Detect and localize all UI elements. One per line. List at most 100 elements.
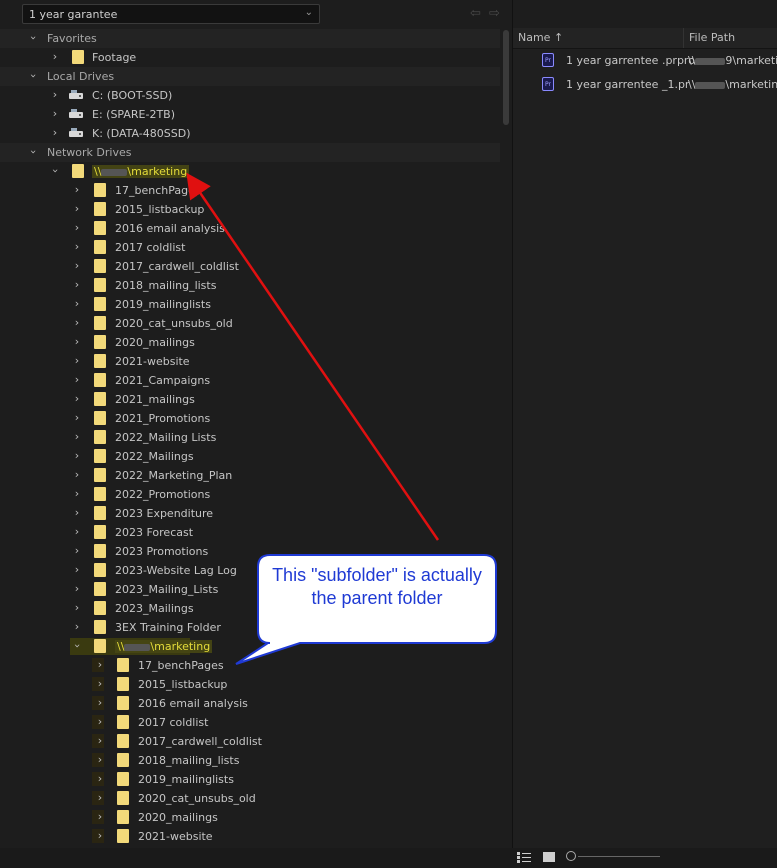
chevron-right-icon[interactable]: › — [95, 754, 105, 766]
zoom-slider-handle[interactable] — [566, 851, 576, 861]
tree-item-folder[interactable]: › 2020_cat_unsubs_old — [0, 314, 500, 333]
chevron-right-icon[interactable]: › — [72, 203, 82, 215]
tree-item-folder[interactable]: › 2021_Promotions — [0, 409, 500, 428]
chevron-down-icon[interactable]: › — [49, 166, 62, 176]
tree-item-nested-folder[interactable]: › 2020_cat_unsubs_old — [0, 789, 500, 808]
list-view-icon[interactable] — [517, 852, 531, 863]
chevron-right-icon[interactable]: › — [72, 241, 82, 253]
chevron-right-icon[interactable]: › — [72, 412, 82, 424]
section-local-drives[interactable]: › Local Drives — [0, 67, 500, 86]
chevron-right-icon[interactable]: › — [95, 792, 105, 804]
chevron-right-icon[interactable]: › — [50, 127, 60, 139]
column-name-header[interactable]: Name ↑ — [518, 31, 563, 44]
tree-item-folder[interactable]: › 2015_listbackup — [0, 200, 500, 219]
chevron-right-icon[interactable]: › — [95, 697, 105, 709]
chevron-right-icon[interactable]: › — [72, 336, 82, 348]
tree-item-nested-folder[interactable]: › 2016 email analysis — [0, 694, 500, 713]
search-history-dropdown[interactable]: 1 year garantee ⌄ — [22, 4, 320, 24]
chevron-right-icon[interactable]: › — [50, 108, 60, 120]
forward-arrow-icon[interactable]: ⇨ — [489, 6, 500, 21]
back-arrow-icon[interactable]: ⇦ — [470, 6, 481, 21]
chevron-down-icon[interactable]: › — [27, 147, 40, 157]
chevron-right-icon[interactable]: › — [72, 488, 82, 500]
chevron-right-icon[interactable]: › — [50, 51, 60, 63]
tree-item-drive[interactable]: › C: (BOOT-SSD) — [0, 86, 500, 105]
chevron-right-icon[interactable]: › — [72, 545, 82, 557]
chevron-right-icon[interactable]: › — [72, 222, 82, 234]
tree-scrollbar[interactable] — [503, 30, 509, 125]
tree-item-nested-folder[interactable]: › 17_benchPages — [0, 656, 500, 675]
chevron-right-icon[interactable]: › — [95, 735, 105, 747]
folder-icon — [117, 753, 129, 767]
tree-item-nested-folder[interactable]: › 2015_listbackup — [0, 675, 500, 694]
chevron-right-icon[interactable]: › — [72, 469, 82, 481]
tree-item-nested-folder[interactable]: › 2017 coldlist — [0, 713, 500, 732]
tree-item-folder[interactable]: › 2022_Promotions — [0, 485, 500, 504]
tree-item-nested-folder[interactable]: › 2019_mailinglists — [0, 770, 500, 789]
chevron-right-icon[interactable]: › — [72, 317, 82, 329]
tree-item-folder[interactable]: › 2017_cardwell_coldlist — [0, 257, 500, 276]
tree-item-folder[interactable]: › 2019_mailinglists — [0, 295, 500, 314]
column-filepath-header[interactable]: File Path — [689, 31, 735, 44]
file-row[interactable]: Pr 1 year garrentee _1.pr \\\marketing — [513, 74, 777, 96]
chevron-right-icon[interactable]: › — [50, 89, 60, 101]
chevron-down-icon[interactable]: ⌄ — [305, 7, 313, 18]
tree-item-folder[interactable]: › 2021_Campaigns — [0, 371, 500, 390]
chevron-right-icon[interactable]: › — [72, 583, 82, 595]
tree-item-footage[interactable]: › Footage — [0, 48, 500, 67]
tree-item-nested-folder[interactable]: › 2020_mailings — [0, 808, 500, 827]
chevron-down-icon[interactable]: › — [27, 71, 40, 81]
tree-item-folder[interactable]: › 2021-website — [0, 352, 500, 371]
tree-item-folder[interactable]: › 2016 email analysis — [0, 219, 500, 238]
tree-item-folder[interactable]: › 3EX Training Folder — [0, 618, 500, 637]
file-row[interactable]: Pr 1 year garrentee .prpro \\9\marketing — [513, 50, 777, 72]
thumbnail-view-icon[interactable] — [543, 852, 555, 862]
chevron-right-icon[interactable]: › — [72, 374, 82, 386]
tree-item-nested-marketing[interactable]: › \\ \marketing — [0, 637, 500, 656]
chevron-right-icon[interactable]: › — [72, 355, 82, 367]
zoom-slider[interactable] — [578, 856, 660, 857]
chevron-right-icon[interactable]: › — [72, 526, 82, 538]
tree-item-folder[interactable]: › 2021_mailings — [0, 390, 500, 409]
chevron-right-icon[interactable]: › — [72, 260, 82, 272]
folder-icon — [94, 506, 106, 520]
tree-item-drive[interactable]: › E: (SPARE-2TB) — [0, 105, 500, 124]
chevron-right-icon[interactable]: › — [72, 450, 82, 462]
tree-item-nested-folder[interactable]: › 2017_cardwell_coldlist — [0, 732, 500, 751]
chevron-right-icon[interactable]: › — [72, 184, 82, 196]
chevron-right-icon[interactable]: › — [72, 564, 82, 576]
chevron-right-icon[interactable]: › — [72, 431, 82, 443]
tree-item-nested-folder[interactable]: › 2018_mailing_lists — [0, 751, 500, 770]
column-divider[interactable] — [683, 28, 684, 48]
tree-item-folder[interactable]: › 2018_mailing_lists — [0, 276, 500, 295]
chevron-right-icon[interactable]: › — [72, 602, 82, 614]
folder-icon — [117, 810, 129, 824]
chevron-right-icon[interactable]: › — [95, 659, 105, 671]
chevron-right-icon[interactable]: › — [95, 716, 105, 728]
tree-item-folder[interactable]: › 2022_Mailings — [0, 447, 500, 466]
chevron-right-icon[interactable]: › — [95, 830, 105, 842]
chevron-right-icon[interactable]: › — [72, 393, 82, 405]
section-favorites[interactable]: › Favorites — [0, 29, 500, 48]
chevron-right-icon[interactable]: › — [95, 773, 105, 785]
chevron-down-icon[interactable]: › — [27, 33, 40, 43]
chevron-down-icon[interactable]: › — [71, 641, 84, 651]
tree-item-folder[interactable]: › 2017 coldlist — [0, 238, 500, 257]
chevron-right-icon[interactable]: › — [72, 507, 82, 519]
tree-item-folder[interactable]: › 2023 Expenditure — [0, 504, 500, 523]
tree-item-nested-folder[interactable]: › 2021-website — [0, 827, 500, 846]
tree-item-folder[interactable]: › 17_benchPages — [0, 181, 500, 200]
section-network-drives[interactable]: › Network Drives — [0, 143, 500, 162]
tree-item-folder[interactable]: › 2023 Forecast — [0, 523, 500, 542]
tree-item-drive[interactable]: › K: (DATA-480SSD) — [0, 124, 500, 143]
tree-item-folder[interactable]: › 2022_Marketing_Plan — [0, 466, 500, 485]
chevron-right-icon[interactable]: › — [95, 811, 105, 823]
chevron-right-icon[interactable]: › — [72, 621, 82, 633]
tree-item-folder[interactable]: › 2020_mailings — [0, 333, 500, 352]
tree-item-network-marketing[interactable]: › \\ \marketing — [0, 162, 500, 181]
chevron-right-icon[interactable]: › — [95, 678, 105, 690]
chevron-right-icon[interactable]: › — [72, 279, 82, 291]
tree-item-folder[interactable]: › 2022_Mailing Lists — [0, 428, 500, 447]
tree-item-folder[interactable]: › 2023 Promotions — [0, 542, 500, 561]
chevron-right-icon[interactable]: › — [72, 298, 82, 310]
